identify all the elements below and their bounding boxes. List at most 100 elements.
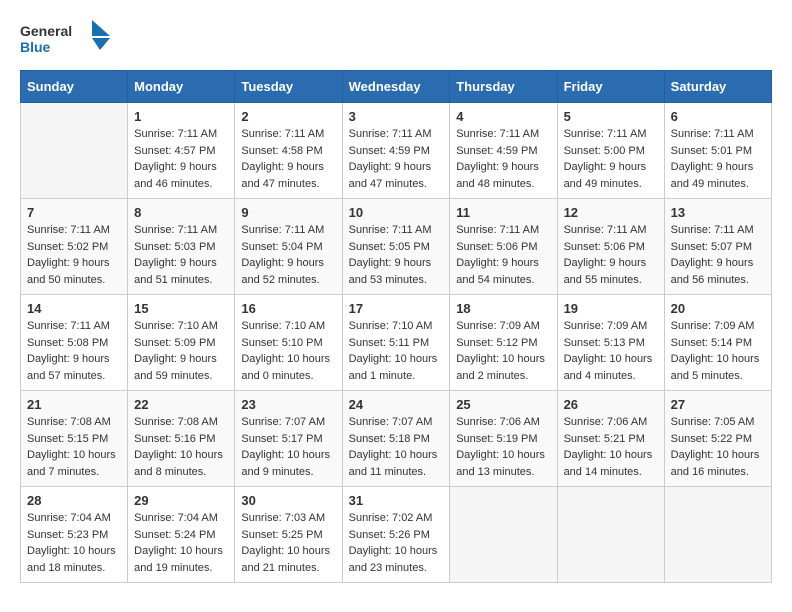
calendar-cell: 8 Sunrise: 7:11 AM Sunset: 5:03 PM Daylig… [128, 199, 235, 295]
day-number: 3 [349, 109, 444, 124]
day-info: Sunrise: 7:11 AM Sunset: 5:04 PM Dayligh… [241, 222, 335, 288]
calendar-cell: 14Sunrise: 7:11 AM Sunset: 5:08 PM Dayli… [21, 295, 128, 391]
calendar-cell: 31Sunrise: 7:02 AM Sunset: 5:26 PM Dayli… [342, 487, 450, 583]
day-info: Sunrise: 7:09 AM Sunset: 5:14 PM Dayligh… [671, 318, 765, 384]
day-number: 29 [134, 493, 228, 508]
day-number: 14 [27, 301, 121, 316]
calendar-cell: 9 Sunrise: 7:11 AM Sunset: 5:04 PM Daylig… [235, 199, 342, 295]
header: GeneralBlue [20, 20, 772, 60]
day-number: 31 [349, 493, 444, 508]
calendar-cell: 27 Sunrise: 7:05 AM Sunset: 5:22 PM Dayli… [664, 391, 771, 487]
svg-text:General: General [20, 23, 72, 39]
day-number: 11 [456, 205, 550, 220]
calendar-cell: 10Sunrise: 7:11 AM Sunset: 5:05 PM Dayli… [342, 199, 450, 295]
calendar-cell [21, 103, 128, 199]
day-number: 30 [241, 493, 335, 508]
calendar-cell: 28Sunrise: 7:04 AM Sunset: 5:23 PM Dayli… [21, 487, 128, 583]
calendar-cell: 6 Sunrise: 7:11 AM Sunset: 5:01 PM Daylig… [664, 103, 771, 199]
day-number: 2 [241, 109, 335, 124]
calendar-cell: 1Sunrise: 7:11 AM Sunset: 4:57 PM Daylig… [128, 103, 235, 199]
calendar-cell: 25 Sunrise: 7:06 AM Sunset: 5:19 PM Dayli… [450, 391, 557, 487]
day-number: 9 [241, 205, 335, 220]
calendar-cell: 20Sunrise: 7:09 AM Sunset: 5:14 PM Dayli… [664, 295, 771, 391]
calendar-cell: 24 Sunrise: 7:07 AM Sunset: 5:18 PM Dayli… [342, 391, 450, 487]
calendar-cell: 11 Sunrise: 7:11 AM Sunset: 5:06 PM Dayli… [450, 199, 557, 295]
day-info: Sunrise: 7:11 AM Sunset: 5:06 PM Dayligh… [456, 222, 550, 288]
day-number: 17 [349, 301, 444, 316]
day-info: Sunrise: 7:09 AM Sunset: 5:12 PM Dayligh… [456, 318, 550, 384]
calendar-cell: 19 Sunrise: 7:09 AM Sunset: 5:13 PM Dayli… [557, 295, 664, 391]
calendar-cell: 21Sunrise: 7:08 AM Sunset: 5:15 PM Dayli… [21, 391, 128, 487]
day-number: 13 [671, 205, 765, 220]
day-number: 1 [134, 109, 228, 124]
calendar-cell: 16Sunrise: 7:10 AM Sunset: 5:10 PM Dayli… [235, 295, 342, 391]
header-day-tuesday: Tuesday [235, 71, 342, 103]
header-day-saturday: Saturday [664, 71, 771, 103]
day-info: Sunrise: 7:11 AM Sunset: 5:02 PM Dayligh… [27, 222, 121, 288]
calendar-cell: 29 Sunrise: 7:04 AM Sunset: 5:24 PM Dayli… [128, 487, 235, 583]
header-day-thursday: Thursday [450, 71, 557, 103]
day-info: Sunrise: 7:11 AM Sunset: 5:05 PM Dayligh… [349, 222, 444, 288]
day-number: 5 [564, 109, 658, 124]
header-row: SundayMondayTuesdayWednesdayThursdayFrid… [21, 71, 772, 103]
day-info: Sunrise: 7:07 AM Sunset: 5:18 PM Dayligh… [349, 414, 444, 480]
day-info: Sunrise: 7:04 AM Sunset: 5:24 PM Dayligh… [134, 510, 228, 576]
calendar-cell: 30 Sunrise: 7:03 AM Sunset: 5:25 PM Dayli… [235, 487, 342, 583]
header-day-sunday: Sunday [21, 71, 128, 103]
day-number: 26 [564, 397, 658, 412]
day-number: 23 [241, 397, 335, 412]
calendar-cell: 12 Sunrise: 7:11 AM Sunset: 5:06 PM Dayli… [557, 199, 664, 295]
week-row-3: 14Sunrise: 7:11 AM Sunset: 5:08 PM Dayli… [21, 295, 772, 391]
calendar-cell: 7 Sunrise: 7:11 AM Sunset: 5:02 PM Daylig… [21, 199, 128, 295]
day-info: Sunrise: 7:11 AM Sunset: 4:59 PM Dayligh… [456, 126, 550, 192]
header-day-monday: Monday [128, 71, 235, 103]
calendar-cell: 5 Sunrise: 7:11 AM Sunset: 5:00 PM Daylig… [557, 103, 664, 199]
calendar-cell [664, 487, 771, 583]
day-info: Sunrise: 7:11 AM Sunset: 5:03 PM Dayligh… [134, 222, 228, 288]
calendar-cell: 13Sunrise: 7:11 AM Sunset: 5:07 PM Dayli… [664, 199, 771, 295]
calendar-cell: 2Sunrise: 7:11 AM Sunset: 4:58 PM Daylig… [235, 103, 342, 199]
day-info: Sunrise: 7:04 AM Sunset: 5:23 PM Dayligh… [27, 510, 121, 576]
calendar-cell: 17 Sunrise: 7:10 AM Sunset: 5:11 PM Dayli… [342, 295, 450, 391]
day-number: 15 [134, 301, 228, 316]
header-day-friday: Friday [557, 71, 664, 103]
calendar-cell: 22 Sunrise: 7:08 AM Sunset: 5:16 PM Dayli… [128, 391, 235, 487]
day-info: Sunrise: 7:06 AM Sunset: 5:19 PM Dayligh… [456, 414, 550, 480]
svg-text:Blue: Blue [20, 39, 51, 55]
day-number: 19 [564, 301, 658, 316]
day-number: 12 [564, 205, 658, 220]
day-info: Sunrise: 7:11 AM Sunset: 5:06 PM Dayligh… [564, 222, 658, 288]
day-info: Sunrise: 7:10 AM Sunset: 5:11 PM Dayligh… [349, 318, 444, 384]
calendar-cell: 26Sunrise: 7:06 AM Sunset: 5:21 PM Dayli… [557, 391, 664, 487]
calendar-table: SundayMondayTuesdayWednesdayThursdayFrid… [20, 70, 772, 583]
day-number: 6 [671, 109, 765, 124]
calendar-cell: 15 Sunrise: 7:10 AM Sunset: 5:09 PM Dayli… [128, 295, 235, 391]
day-info: Sunrise: 7:08 AM Sunset: 5:16 PM Dayligh… [134, 414, 228, 480]
logo: GeneralBlue [20, 20, 110, 60]
week-row-2: 7 Sunrise: 7:11 AM Sunset: 5:02 PM Daylig… [21, 199, 772, 295]
calendar-cell: 3 Sunrise: 7:11 AM Sunset: 4:59 PM Daylig… [342, 103, 450, 199]
day-number: 7 [27, 205, 121, 220]
day-number: 18 [456, 301, 550, 316]
day-info: Sunrise: 7:11 AM Sunset: 5:01 PM Dayligh… [671, 126, 765, 192]
calendar-cell: 23Sunrise: 7:07 AM Sunset: 5:17 PM Dayli… [235, 391, 342, 487]
day-number: 4 [456, 109, 550, 124]
day-number: 25 [456, 397, 550, 412]
day-number: 27 [671, 397, 765, 412]
day-info: Sunrise: 7:08 AM Sunset: 5:15 PM Dayligh… [27, 414, 121, 480]
day-info: Sunrise: 7:03 AM Sunset: 5:25 PM Dayligh… [241, 510, 335, 576]
day-info: Sunrise: 7:11 AM Sunset: 4:59 PM Dayligh… [349, 126, 444, 192]
day-info: Sunrise: 7:11 AM Sunset: 5:00 PM Dayligh… [564, 126, 658, 192]
week-row-1: 1Sunrise: 7:11 AM Sunset: 4:57 PM Daylig… [21, 103, 772, 199]
day-number: 22 [134, 397, 228, 412]
week-row-5: 28Sunrise: 7:04 AM Sunset: 5:23 PM Dayli… [21, 487, 772, 583]
day-info: Sunrise: 7:10 AM Sunset: 5:09 PM Dayligh… [134, 318, 228, 384]
logo-svg: GeneralBlue [20, 20, 110, 60]
calendar-cell [450, 487, 557, 583]
day-number: 8 [134, 205, 228, 220]
day-number: 16 [241, 301, 335, 316]
week-row-4: 21Sunrise: 7:08 AM Sunset: 5:15 PM Dayli… [21, 391, 772, 487]
day-number: 24 [349, 397, 444, 412]
day-info: Sunrise: 7:09 AM Sunset: 5:13 PM Dayligh… [564, 318, 658, 384]
day-info: Sunrise: 7:05 AM Sunset: 5:22 PM Dayligh… [671, 414, 765, 480]
